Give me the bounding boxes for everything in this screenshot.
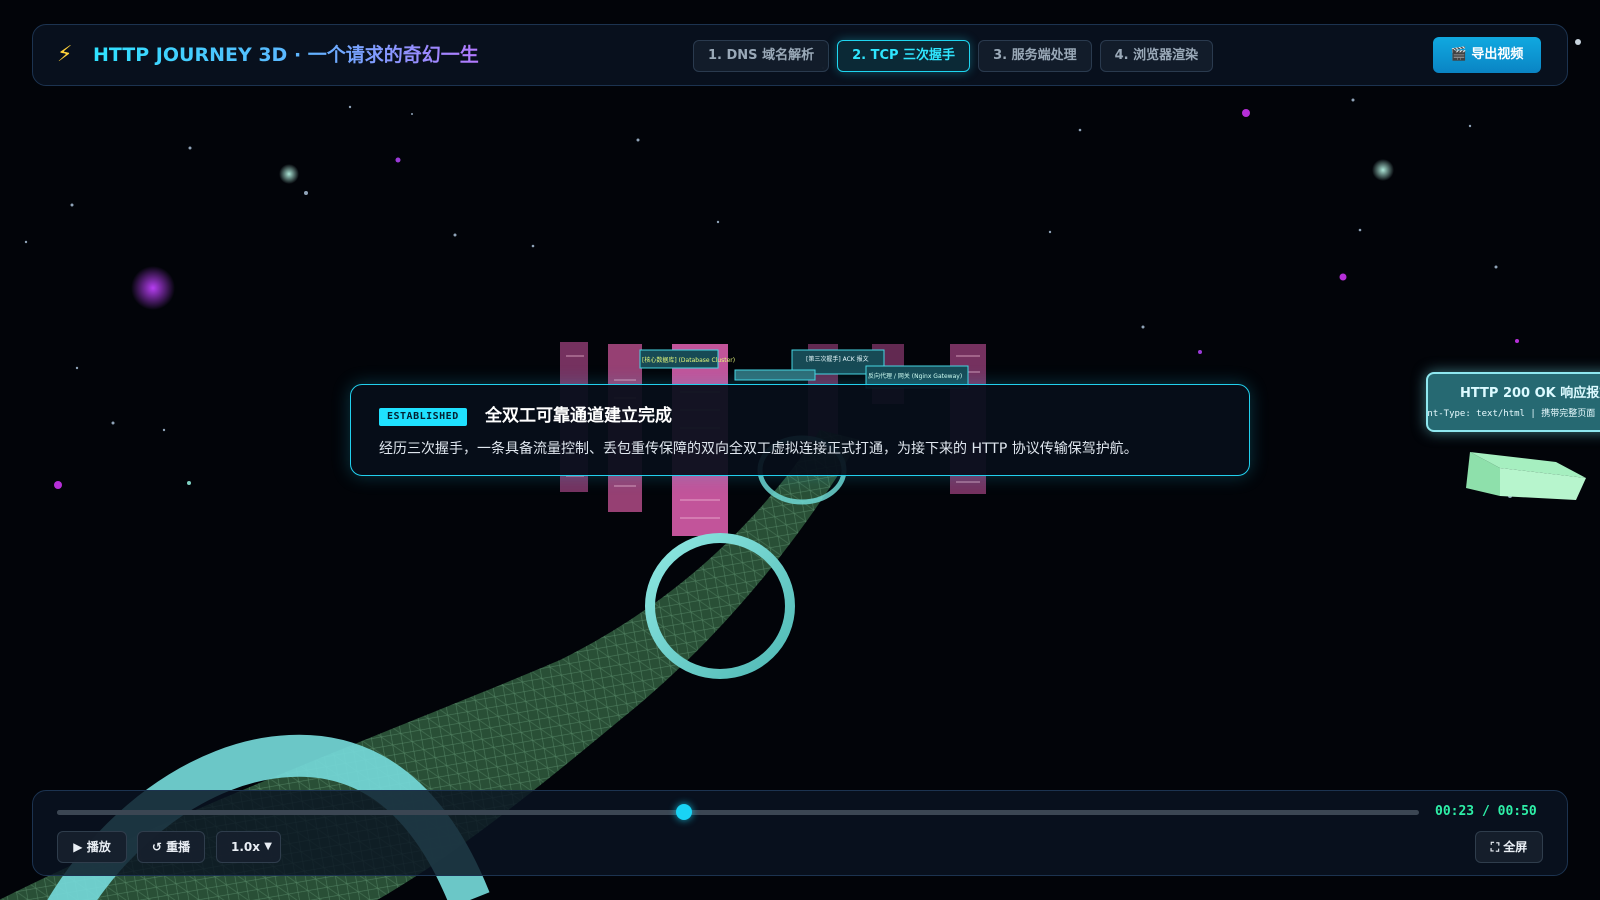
http-response-label: HTTP 200 OK 响应报文 ent-Type: text/html | 携… <box>1426 372 1600 432</box>
stage-tabs: 1. DNS 域名解析 2. TCP 三次握手 3. 服务端处理 4. 浏览器渲… <box>693 40 1214 72</box>
status-badge: ESTABLISHED <box>379 408 467 426</box>
star-glow <box>279 164 299 184</box>
svg-text:[核心数据库] (Database Cluster): [核心数据库] (Database Cluster) <box>642 356 735 364</box>
timeline-knob[interactable] <box>675 804 692 820</box>
data-packet-block <box>1466 452 1586 500</box>
fullscreen-button[interactable]: ⛶ 全屏 <box>1475 831 1543 863</box>
speed-select[interactable]: 1.0x ▼ <box>216 831 281 863</box>
tab-browser-render[interactable]: 4. 浏览器渲染 <box>1099 40 1214 72</box>
app-title: HTTP JOURNEY 3D · 一个请求的奇幻一生 <box>93 44 479 66</box>
timeline-progress <box>57 810 684 815</box>
nebula-glow <box>131 266 175 310</box>
svg-text:[第三次握手] ACK 报文: [第三次握手] ACK 报文 <box>806 355 869 363</box>
info-title: 全双工可靠通道建立完成 <box>485 406 672 426</box>
export-video-button[interactable]: 🎬 导出视频 <box>1433 37 1541 73</box>
tab-server-processing[interactable]: 3. 服务端处理 <box>978 40 1092 72</box>
stage-info-card: ESTABLISHED 全双工可靠通道建立完成 经历三次握手，一条具备流量控制、… <box>350 384 1250 476</box>
side-label-title: HTTP 200 OK 响应报文 <box>1460 386 1600 401</box>
lightning-icon: ⚡ <box>57 42 73 67</box>
star-glow <box>1372 159 1394 181</box>
svg-text:反向代理 / 网关 (Nginx Gateway): 反向代理 / 网关 (Nginx Gateway) <box>868 372 962 380</box>
chevron-down-icon: ▼ <box>264 841 272 852</box>
tab-tcp-handshake[interactable]: 2. TCP 三次握手 <box>837 40 971 72</box>
timeline-slider[interactable] <box>57 804 1419 820</box>
replay-button[interactable]: ↺ 重播 <box>137 831 205 863</box>
speed-value: 1.0x <box>231 840 260 854</box>
top-header: ⚡ HTTP JOURNEY 3D · 一个请求的奇幻一生 1. DNS 域名解… <box>32 24 1568 86</box>
play-button[interactable]: ▶ 播放 <box>57 831 127 863</box>
playback-controls: 00:23 / 00:50 ▶ 播放 ↺ 重播 1.0x ▼ ⛶ 全屏 <box>32 790 1568 876</box>
side-label-subtitle: ent-Type: text/html | 携带完整页面 <box>1426 409 1596 419</box>
time-readout: 00:23 / 00:50 <box>1435 804 1537 819</box>
tab-dns[interactable]: 1. DNS 域名解析 <box>693 40 830 72</box>
info-description: 经历三次握手，一条具备流量控制、丢包重传保障的双向全双工虚拟连接正式打通，为接下… <box>379 441 1138 457</box>
